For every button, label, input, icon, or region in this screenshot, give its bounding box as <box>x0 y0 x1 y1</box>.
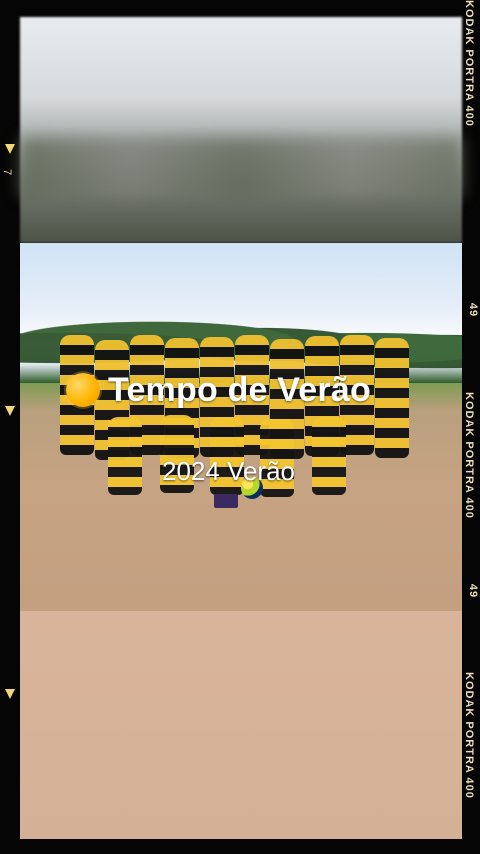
triangle-marker-icon <box>5 144 15 154</box>
triangle-marker-icon <box>5 689 15 699</box>
kneeling-player <box>312 417 346 495</box>
film-brand-label: KODAK PORTRA 400 <box>463 0 475 127</box>
title-overlay: Tempo de Verão <box>66 368 426 412</box>
subtitle-text: 2024 Verão <box>162 456 296 486</box>
book <box>214 494 238 508</box>
film-frame-number: 49 <box>467 302 480 318</box>
kneeling-player <box>108 417 142 495</box>
team-photo <box>20 243 462 611</box>
film-frame-number: 49 <box>467 583 480 599</box>
sun-icon <box>66 373 100 407</box>
top-blurred-panel <box>20 17 462 243</box>
bottom-blurred-panel <box>20 611 462 839</box>
film-left-number: 7 <box>1 168 14 176</box>
triangle-marker-icon <box>5 406 15 416</box>
film-brand-label: KODAK PORTRA 400 <box>463 392 475 519</box>
title-text: Tempo de Verão <box>108 370 371 409</box>
film-brand-label: KODAK PORTRA 400 <box>463 672 475 799</box>
film-right-edge: KODAK PORTRA 400 49 KODAK PORTRA 400 49 … <box>462 0 480 854</box>
